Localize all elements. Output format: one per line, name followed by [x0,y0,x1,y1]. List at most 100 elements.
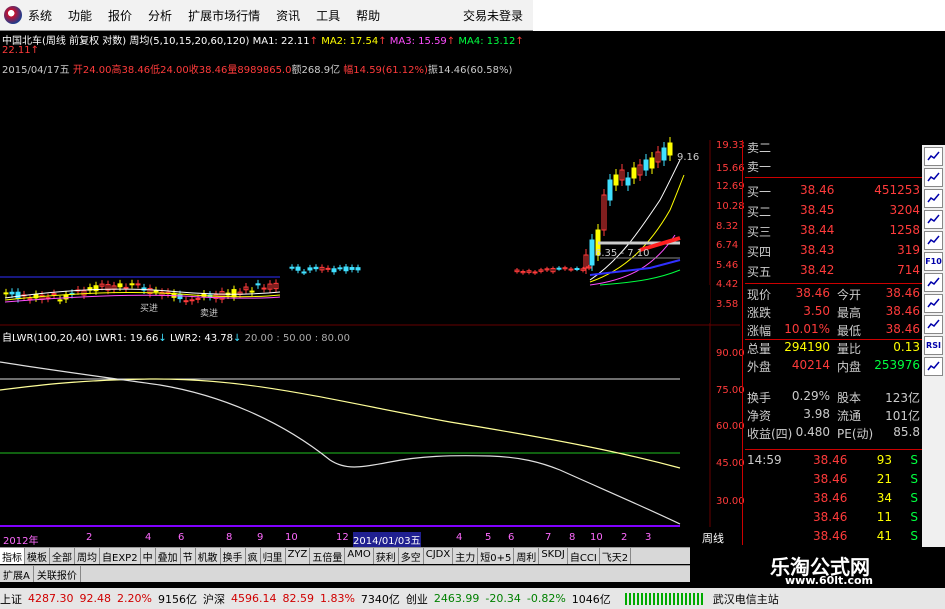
tick-side: S [910,510,918,524]
stat-value: 40214 [791,358,830,372]
cy-change: -20.34 [485,592,521,605]
candle-body [57,299,63,302]
fin-icon[interactable]: F10 [924,252,943,271]
bar-icon[interactable] [924,189,943,208]
candle-body [307,267,313,271]
indicator-tab[interactable]: 周均 [75,548,100,564]
candle-icon[interactable] [924,168,943,187]
candle-body [331,268,337,273]
chart-icon[interactable] [924,147,943,166]
candle-body [301,271,307,274]
stat-label: 最高 [837,306,862,320]
tick-price: 38.46 [813,491,848,505]
buy-volume: 451253 [874,183,920,197]
indicator-tab[interactable]: 主力 [453,548,479,564]
time-tick: 6 [508,532,515,543]
indicator-tab[interactable]: 自CCI [568,548,600,564]
stat-value: 10.01% [784,322,830,336]
indicator-name[interactable]: 自LWR(100,20,40) [2,333,92,344]
time-axis: 2012年 2014/01/03五 2 4 6 8 9 10 12 4 5 6 7 8 10 2 3 [0,527,740,547]
stat-label: PE(动) [837,427,874,441]
indicator-tab[interactable]: 中 [141,548,156,564]
line-icon[interactable] [924,210,943,229]
indicator-axis-label: 30.00 [716,496,745,507]
price-axis-label: 6.74 [716,240,739,251]
indicator-tab[interactable]: 节 [181,548,196,564]
indicator-tab[interactable]: CJDX [424,548,454,564]
occluded-area [280,285,710,323]
indicator-tab[interactable]: 全部 [50,548,75,564]
indicator-tab[interactable]: 归里 [261,548,286,564]
indicator-tab[interactable]: 换手 [221,548,246,564]
period-label[interactable]: 周线 [702,530,724,546]
quote-divider [745,177,922,178]
stat-label: 换手 [747,391,772,405]
indicator-tab[interactable]: 疯 [246,548,261,564]
cy-pct: -0.82% [526,592,566,605]
indicator-tab[interactable]: 机散 [196,548,221,564]
indicator-tab[interactable]: 五倍量 [310,548,346,564]
candle-body [568,268,574,271]
price-axis-label: 15.66 [716,163,745,174]
indicator-tab[interactable]: 周利 [514,548,540,564]
time-tick: 9 [257,532,264,543]
indicator-tab[interactable]: 飞天2 [600,548,632,564]
indicator-axis-label: 45.00 [716,458,745,469]
indicator-tab[interactable]: AMO [345,548,374,564]
f10-icon[interactable] [924,273,943,292]
hs-label[interactable]: 沪深 [203,591,225,607]
indicator-tab[interactable]: 自EXP2 [100,548,141,564]
candle-body [177,294,183,300]
buy-volume: 3204 [889,203,920,217]
candle-body [337,267,343,270]
indicator-tab[interactable]: 叠加 [156,548,181,564]
candle-body [661,147,667,161]
price-axis-label: 4.42 [716,279,739,290]
indicator-tab[interactable]: ZYZ [286,548,311,564]
rsi2-icon[interactable]: RSI [924,336,943,355]
buy-price: 38.44 [800,223,835,237]
candle-body [117,283,123,288]
extra-tab[interactable]: 扩展A [0,566,34,582]
candle-body [183,300,189,303]
hs-amount: 7340亿 [360,592,400,606]
candle-body [556,267,562,270]
sell-label: 卖二 [747,141,772,155]
indicator-tab[interactable]: 指标 [0,548,25,564]
stat-label: 总量 [747,342,772,356]
sh-pct: 2.20% [117,592,152,605]
sell-label: 卖一 [747,160,772,174]
peak-annotation: 9.16 [677,152,699,163]
buy-volume: 319 [897,243,920,257]
indicator-tab[interactable]: 短0+5 [478,548,515,564]
price-axis-label: 10.28 [716,201,745,212]
time-tick: 10 [285,532,298,543]
price-axis-label: 5.46 [716,260,739,271]
depth-icon[interactable] [924,294,943,313]
tick-price: 38.46 [813,453,848,467]
candle-body [313,266,319,270]
candle-body [355,267,361,271]
stat-value: 101亿 [885,409,920,423]
indicator-tab[interactable]: 多空 [399,548,424,564]
minus-icon[interactable] [924,357,943,376]
buy-label: 买二 [747,205,772,219]
extra-tab[interactable]: 关联报价 [34,566,81,582]
sh-label[interactable]: 上证 [0,591,22,607]
indicator-tab[interactable]: 模板 [25,548,50,564]
cy-label[interactable]: 创业 [406,591,428,607]
indicator-tab[interactable]: 获利 [374,548,399,564]
hs-pct: 1.83% [319,592,355,605]
sh-value: 4287.30 [28,592,74,605]
stat-value: 38.46 [885,286,920,300]
stat-icon[interactable] [924,315,943,334]
stat-value: 38.46 [885,322,920,336]
indicator-tab[interactable]: SKDJ [539,548,568,564]
server-name[interactable]: 武汉电信主站 [713,591,779,607]
stat-label: 现价 [747,288,772,302]
hs-change: 82.59 [282,592,314,605]
hs-value: 4596.14 [230,592,277,605]
buy-volume: 714 [897,263,920,277]
rsi-icon[interactable] [924,231,943,250]
tick-side: S [910,529,918,543]
